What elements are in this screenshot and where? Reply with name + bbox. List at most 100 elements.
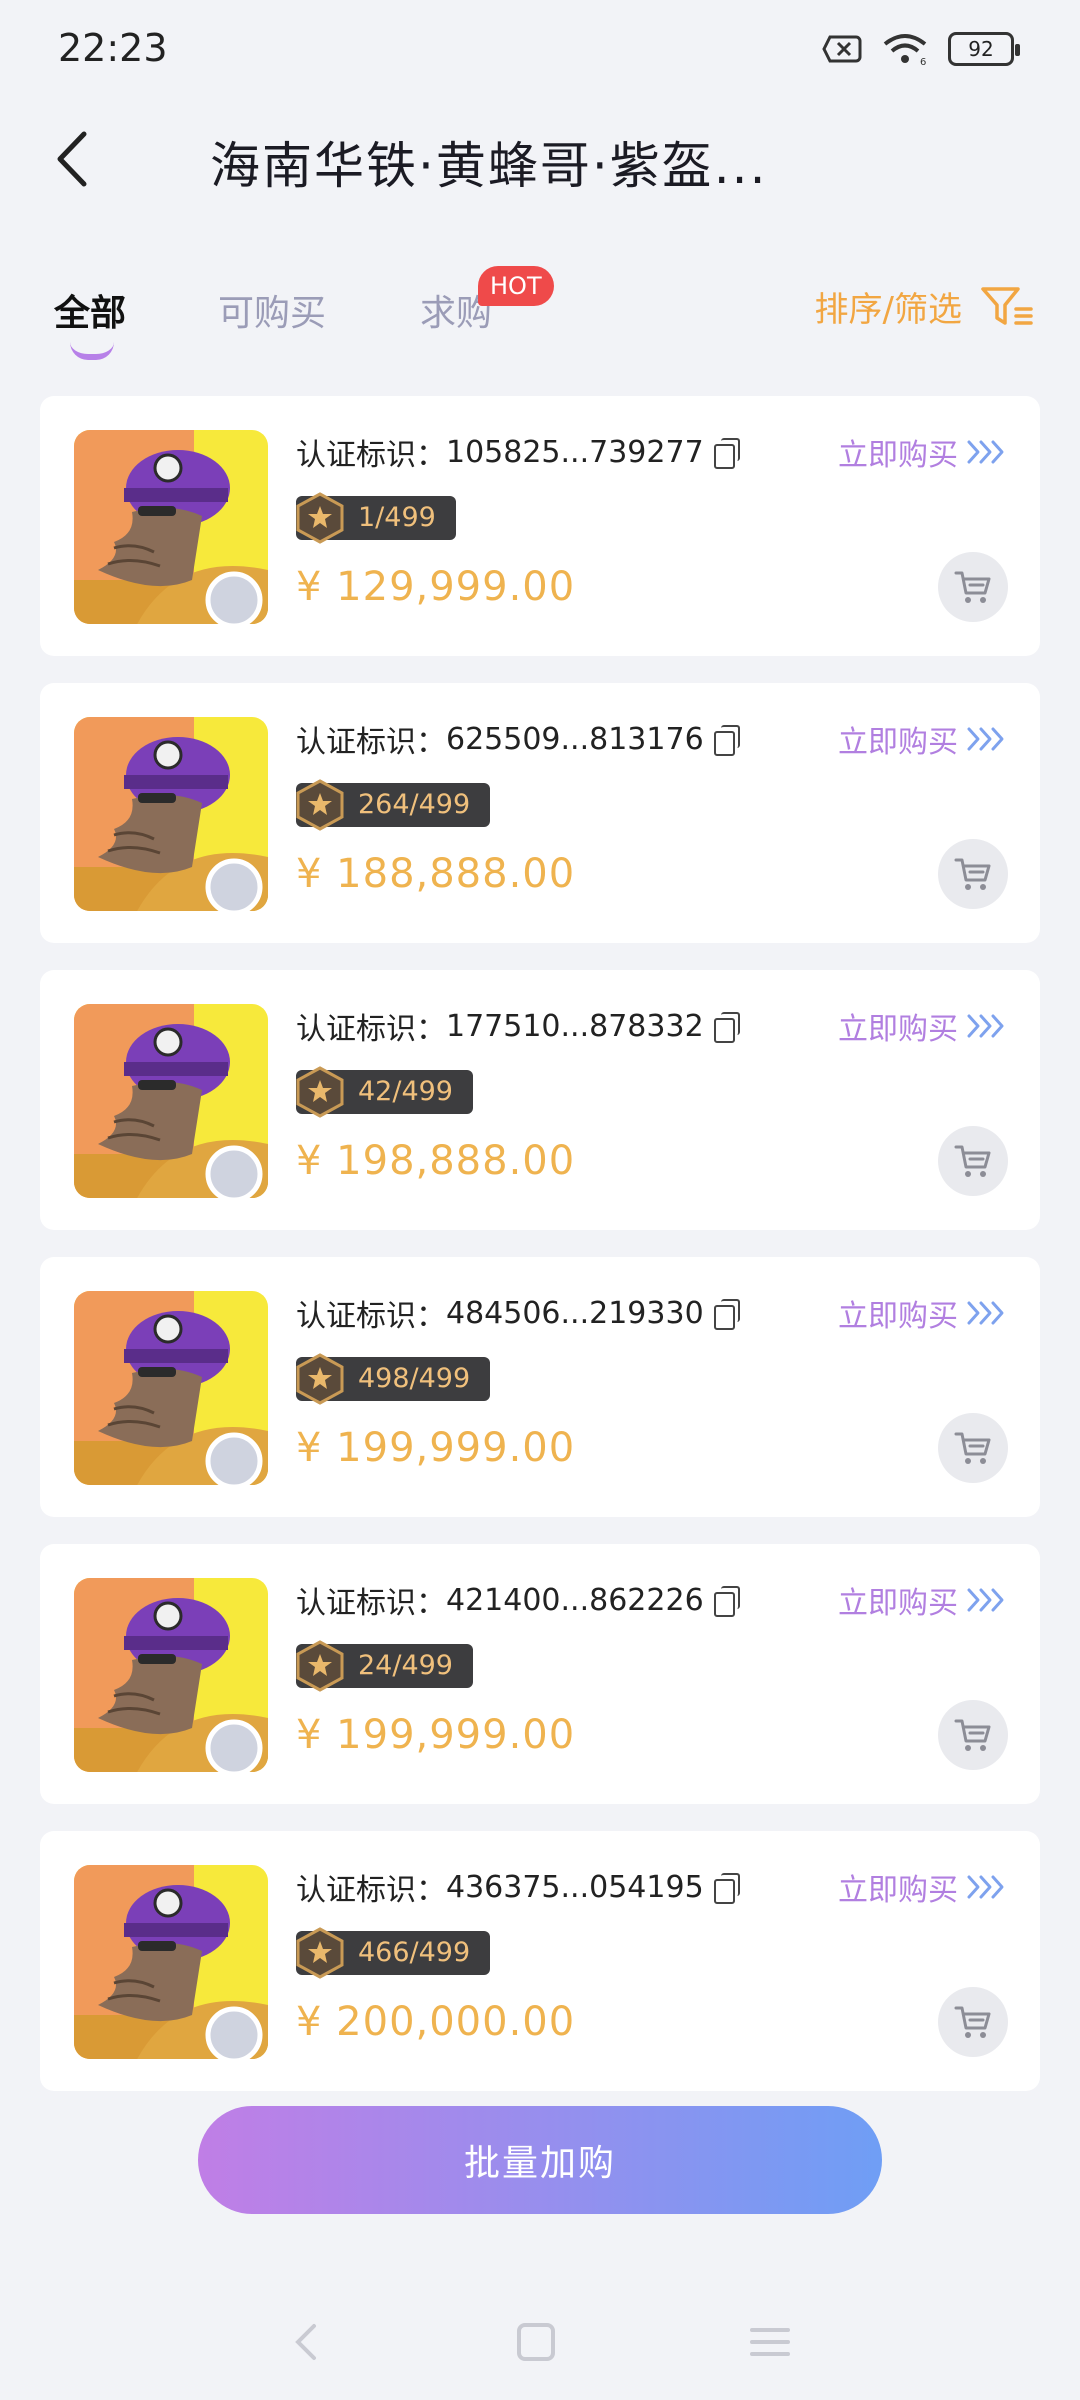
- header: 海南华铁·黄蜂哥·紫盔...: [0, 110, 1080, 210]
- cert-id-row: 认证标识： 105825...739277: [296, 430, 740, 474]
- cert-id-row: 认证标识： 436375...054195: [296, 1865, 740, 1909]
- buy-now-button[interactable]: 立即购买: [838, 717, 1006, 761]
- add-to-cart-button[interactable]: [938, 1413, 1008, 1483]
- edition-number: 498/499: [358, 1363, 471, 1394]
- nav-home-button[interactable]: [506, 2312, 566, 2372]
- nav-menu-icon: [750, 2328, 790, 2356]
- nav-back-icon: [295, 2324, 316, 2360]
- nft-thumbnail: [74, 1004, 268, 1198]
- double-chevron-right-icon: [967, 1588, 1004, 1612]
- price: ¥ 198,888.00: [296, 1138, 576, 1184]
- list-item[interactable]: 认证标识： 421400...862226 24/499 ¥ 199,999.0…: [40, 1544, 1040, 1804]
- batch-add-button[interactable]: 批量加购: [198, 2106, 882, 2214]
- copy-icon[interactable]: [713, 1586, 740, 1617]
- buy-now-button[interactable]: 立即购买: [838, 1004, 1006, 1048]
- nav-menu-button[interactable]: [740, 2312, 800, 2372]
- wifi-icon: 6: [883, 34, 926, 66]
- copy-icon[interactable]: [713, 438, 740, 469]
- cert-label: 认证标识：: [296, 438, 446, 473]
- price: ¥ 188,888.00: [296, 851, 576, 897]
- status-icons: 6 92: [822, 32, 1020, 66]
- edition-number: 466/499: [358, 1937, 471, 1968]
- buy-now-label: 立即购买: [838, 1012, 958, 1047]
- buy-now-label: 立即购买: [838, 725, 958, 760]
- copy-icon[interactable]: [713, 1012, 740, 1043]
- list-item[interactable]: 认证标识： 625509...813176 264/499 ¥ 188,888.…: [40, 683, 1040, 943]
- tab-all[interactable]: 全部: [54, 284, 126, 336]
- cart-icon: [954, 1719, 991, 1751]
- cart-icon: [954, 571, 991, 603]
- price: ¥ 129,999.00: [296, 564, 576, 610]
- double-chevron-right-icon: [967, 1014, 1004, 1038]
- nav-home-icon: [517, 2323, 555, 2361]
- tab-buyable[interactable]: 可购买: [218, 284, 326, 336]
- edition-star-icon: [296, 492, 344, 544]
- edition-badge: 42/499: [296, 1066, 473, 1118]
- edition-badge: 264/499: [296, 779, 491, 831]
- list-item[interactable]: 认证标识： 484506...219330 498/499 ¥ 199,999.…: [40, 1257, 1040, 1517]
- cert-id: 105825...739277: [446, 434, 704, 470]
- copy-icon[interactable]: [713, 1873, 740, 1904]
- buy-now-button[interactable]: 立即购买: [838, 1291, 1006, 1335]
- nft-thumbnail: [74, 1578, 268, 1772]
- double-chevron-right-icon: [967, 1301, 1004, 1325]
- double-chevron-right-icon: [967, 727, 1004, 751]
- no-sim-icon: [822, 35, 862, 63]
- back-button[interactable]: [44, 124, 104, 194]
- nft-avatar-image: [74, 717, 268, 911]
- list-item[interactable]: 认证标识： 177510...878332 42/499 ¥ 198,888.0…: [40, 970, 1040, 1230]
- nft-thumbnail: [74, 1291, 268, 1485]
- add-to-cart-button[interactable]: [938, 1126, 1008, 1196]
- cart-icon: [954, 1432, 991, 1464]
- add-to-cart-button[interactable]: [938, 552, 1008, 622]
- nft-thumbnail: [74, 430, 268, 624]
- cert-label: 认证标识：: [296, 1873, 446, 1908]
- cert-id: 177510...878332: [446, 1008, 704, 1044]
- buy-now-label: 立即购买: [838, 1299, 958, 1334]
- cert-label: 认证标识：: [296, 1299, 446, 1334]
- tab-bar: 全部 可购买 求购 HOT 排序/筛选: [0, 260, 1080, 370]
- sort-filter-label: 排序/筛选: [814, 290, 962, 330]
- double-chevron-right-icon: [967, 1875, 1004, 1899]
- copy-icon[interactable]: [713, 1299, 740, 1330]
- cert-id: 625509...813176: [446, 721, 704, 757]
- status-time: 22:23: [58, 26, 168, 70]
- chevron-left-icon: [57, 131, 87, 187]
- cert-id-row: 认证标识： 421400...862226: [296, 1578, 740, 1622]
- edition-badge: 24/499: [296, 1640, 473, 1692]
- sort-filter-button[interactable]: 排序/筛选: [815, 282, 1034, 331]
- cart-icon: [954, 858, 991, 890]
- cert-id-row: 认证标识： 484506...219330: [296, 1291, 740, 1335]
- edition-badge: 466/499: [296, 1927, 491, 1979]
- buy-now-button[interactable]: 立即购买: [838, 430, 1006, 474]
- cart-icon: [954, 1145, 991, 1177]
- price: ¥ 199,999.00: [296, 1712, 576, 1758]
- system-nav-bar: [0, 2300, 1080, 2400]
- list-item[interactable]: 认证标识： 436375...054195 466/499 ¥ 200,000.…: [40, 1831, 1040, 2091]
- edition-badge: 498/499: [296, 1353, 491, 1405]
- copy-icon[interactable]: [713, 725, 740, 756]
- cert-label: 认证标识：: [296, 1586, 446, 1621]
- add-to-cart-button[interactable]: [938, 1700, 1008, 1770]
- double-chevron-right-icon: [967, 440, 1004, 464]
- add-to-cart-button[interactable]: [938, 839, 1008, 909]
- price: ¥ 200,000.00: [296, 1999, 576, 2045]
- buy-now-button[interactable]: 立即购买: [838, 1578, 1006, 1622]
- cert-id-row: 认证标识： 177510...878332: [296, 1004, 740, 1048]
- add-to-cart-button[interactable]: [938, 1987, 1008, 2057]
- nav-back-button[interactable]: [276, 2312, 336, 2372]
- page-title: 海南华铁·黄蜂哥·紫盔...: [210, 137, 768, 195]
- edition-star-icon: [296, 779, 344, 831]
- battery-indicator: 92: [948, 32, 1020, 66]
- cert-id: 436375...054195: [446, 1869, 704, 1905]
- buy-now-button[interactable]: 立即购买: [838, 1865, 1006, 1909]
- edition-star-icon: [296, 1066, 344, 1118]
- cert-id: 421400...862226: [446, 1582, 704, 1618]
- cert-id: 484506...219330: [446, 1295, 704, 1331]
- cert-label: 认证标识：: [296, 725, 446, 760]
- list-item[interactable]: 认证标识： 105825...739277 1/499 ¥ 129,999.00…: [40, 396, 1040, 656]
- svg-text:6: 6: [920, 57, 926, 66]
- edition-number: 264/499: [358, 789, 471, 820]
- edition-star-icon: [296, 1353, 344, 1405]
- edition-number: 42/499: [358, 1076, 453, 1107]
